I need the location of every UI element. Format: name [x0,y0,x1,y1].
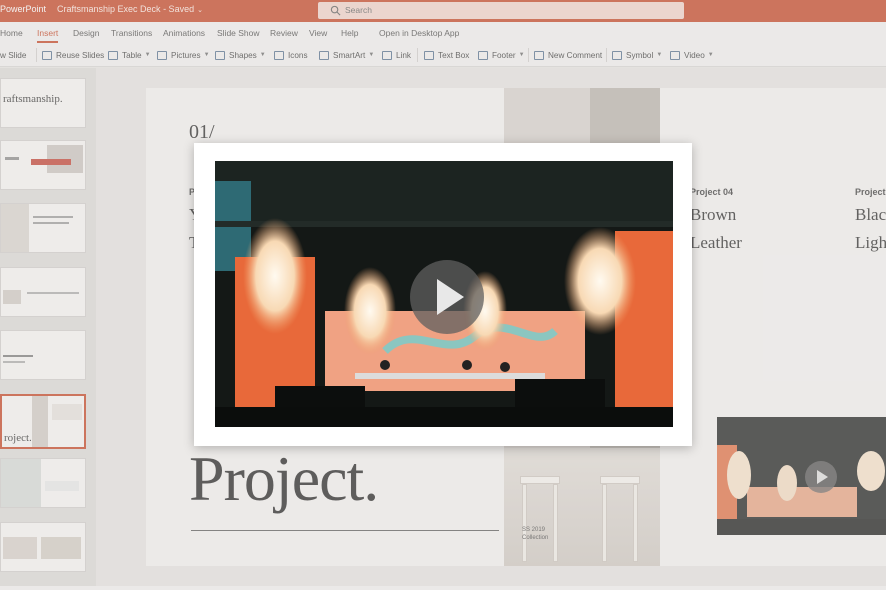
video-player[interactable] [215,161,673,427]
video-player-frame[interactable] [194,143,692,446]
play-icon[interactable] [410,260,484,334]
